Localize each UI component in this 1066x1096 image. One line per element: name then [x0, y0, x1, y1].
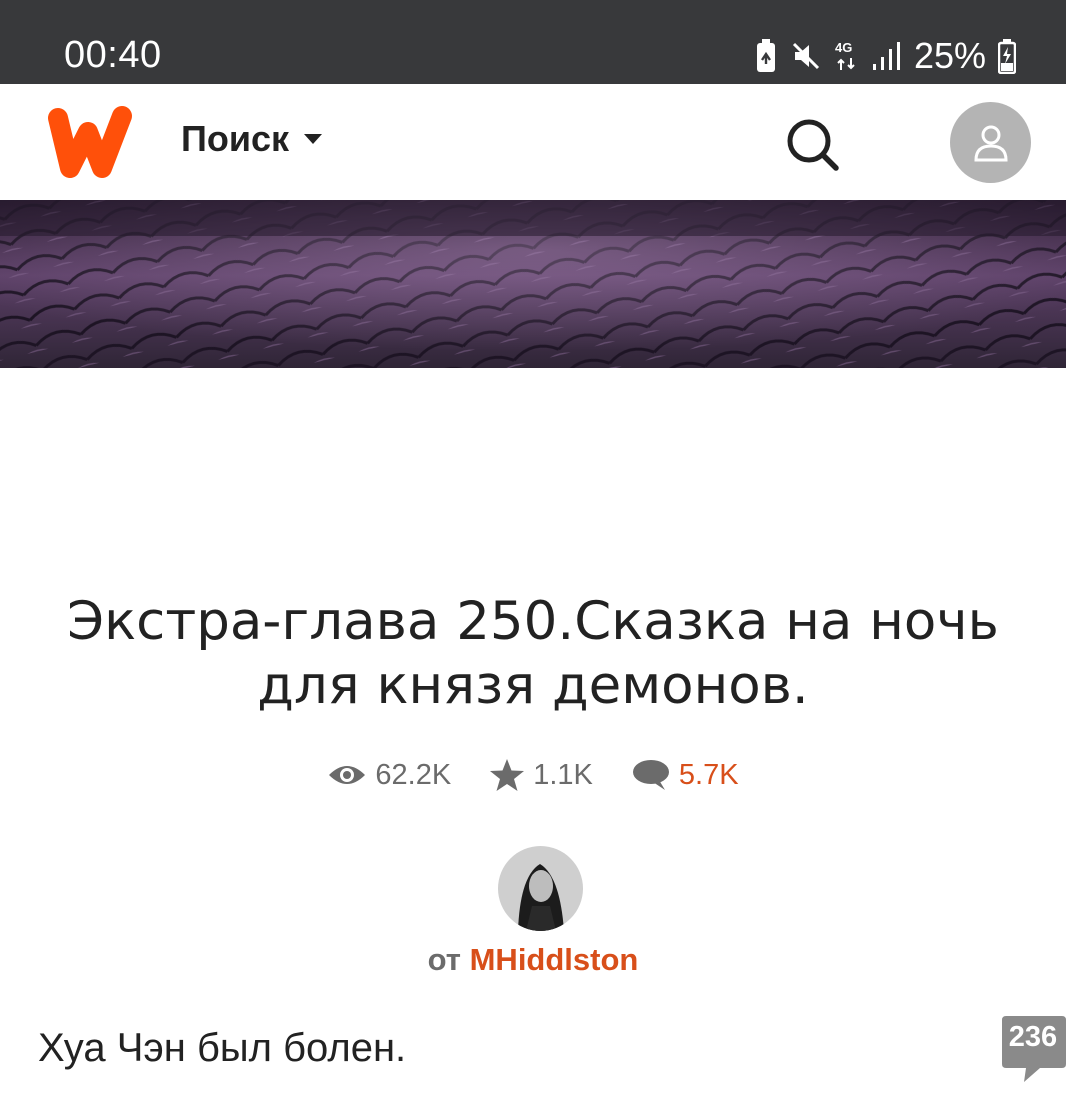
comments-stat[interactable]: 5.7K	[631, 758, 739, 792]
story-paragraph: Хуа Чэн был болен.	[38, 1026, 407, 1070]
comments-count: 5.7K	[678, 758, 739, 791]
author-prefix: от	[427, 942, 461, 977]
network-4g-icon: 4G	[835, 40, 855, 70]
chapter-title: Экстра-глава 250.Сказка на ночь для княз…	[67, 591, 999, 716]
wattpad-logo-icon[interactable]	[46, 104, 134, 182]
signal-icon	[872, 42, 900, 70]
reads-stat: 62.2K	[327, 759, 451, 792]
battery-percent: 25%	[913, 35, 986, 76]
search-menu[interactable]: Поиск	[181, 118, 323, 160]
app-header: Поиск	[0, 84, 1066, 200]
author-avatar[interactable]	[498, 846, 583, 931]
status-icons: 4G 25%	[754, 35, 1016, 76]
story-stats: 62.2K 1.1K 5.7K	[0, 758, 1066, 792]
status-time: 00:40	[64, 34, 162, 76]
mute-icon	[792, 42, 819, 70]
battery-charging-icon	[998, 39, 1016, 74]
search-icon[interactable]	[782, 114, 842, 174]
author-line: от MHiddlston	[0, 942, 1066, 978]
chevron-down-icon	[304, 134, 323, 144]
paragraph-comment-count: 236	[1008, 1021, 1058, 1053]
user-icon	[973, 125, 1008, 161]
story-banner-image	[0, 200, 1066, 368]
eye-icon	[329, 766, 366, 784]
account-avatar-button[interactable]	[950, 102, 1031, 183]
status-bar: 00:40 4G 25%	[0, 0, 1066, 84]
reads-count: 62.2K	[375, 758, 452, 791]
author-name-link[interactable]: MHiddlston	[470, 942, 639, 977]
votes-stat: 1.1K	[489, 758, 593, 792]
star-icon	[490, 759, 525, 791]
search-menu-label: Поиск	[181, 118, 290, 159]
battery-saver-icon	[756, 39, 775, 72]
votes-count: 1.1K	[533, 758, 593, 791]
comment-icon	[632, 760, 669, 790]
network-label: 4G	[835, 40, 852, 55]
